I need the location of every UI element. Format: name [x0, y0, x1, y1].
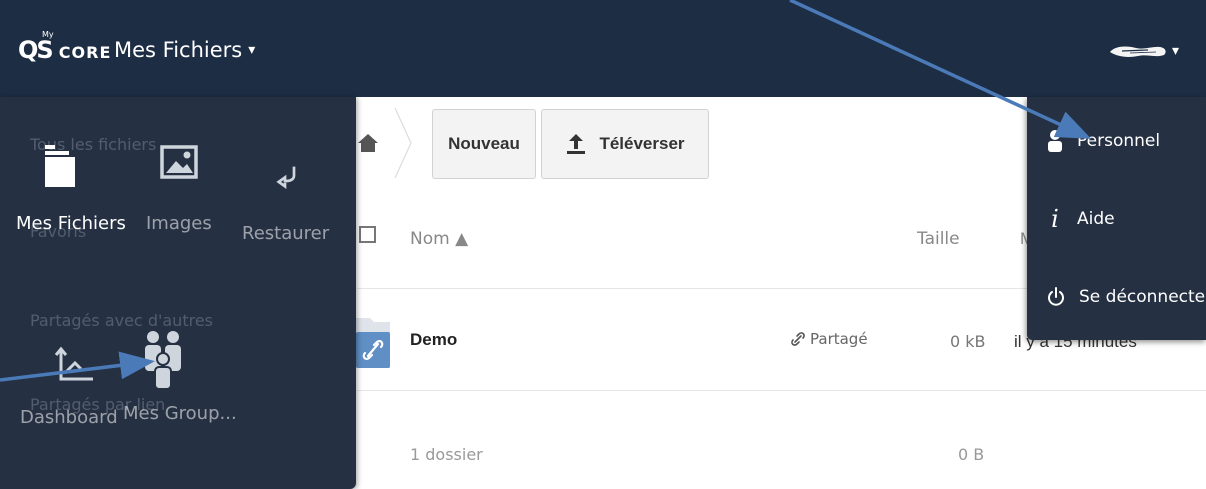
user-icon — [1048, 130, 1062, 152]
app-item-dashboard[interactable]: Dashboard — [20, 345, 118, 428]
app-logo[interactable]: QS My CORE — [18, 30, 112, 64]
breadcrumb-separator — [394, 108, 412, 178]
app-item-restaurer[interactable]: Restaurer — [242, 163, 329, 244]
app-item-label: Mes Group... — [123, 403, 237, 424]
upload-button-label: Téléverser — [599, 134, 685, 153]
user-menu-label: Personnel — [1077, 131, 1161, 151]
share-label: Partagé — [810, 330, 868, 348]
ghost-nav-shared-with-others: Partagés avec d'autres — [30, 311, 213, 330]
app-menu-dropdown: Tous les fichiers Favoris Partagés avec … — [0, 97, 356, 489]
image-icon — [160, 145, 198, 179]
user-menu-item-aide[interactable]: i Aide — [1047, 205, 1115, 233]
logo-core: CORE — [58, 43, 112, 62]
app-menu-button[interactable]: Mes Fichiers ▾ — [114, 38, 255, 62]
restore-icon — [275, 166, 295, 189]
summary-total-size: 0 B — [958, 445, 985, 464]
home-icon[interactable] — [357, 133, 379, 153]
app-item-mes-groupes[interactable]: Mes Group... — [123, 329, 237, 424]
app-item-label: Mes Fichiers — [16, 213, 126, 234]
app-item-label: Images — [146, 213, 212, 234]
shared-folder-icon[interactable] — [356, 312, 390, 370]
upload-button[interactable]: Téléverser — [541, 109, 709, 179]
file-name[interactable]: Demo — [410, 330, 457, 350]
app-item-label: Dashboard — [20, 407, 118, 428]
new-button[interactable]: Nouveau — [432, 109, 536, 179]
column-header-name[interactable]: Nom ▲ — [410, 229, 468, 249]
user-menu-item-personnel[interactable]: Personnel — [1047, 130, 1160, 152]
user-menu-item-logout[interactable]: Se déconnecter — [1047, 287, 1206, 307]
user-menu-label: Aide — [1077, 209, 1115, 229]
select-all-checkbox[interactable] — [359, 226, 376, 243]
summary-folder-count: 1 dossier — [410, 445, 483, 464]
app-item-mes-fichiers[interactable]: Mes Fichiers — [16, 143, 126, 234]
avatar — [1110, 46, 1166, 57]
user-menu-label: Se déconnecter — [1079, 287, 1206, 307]
chevron-down-icon: ▾ — [1172, 42, 1180, 58]
chevron-down-icon: ▾ — [248, 42, 256, 58]
row-divider — [357, 390, 1206, 391]
link-icon — [791, 332, 805, 346]
share-action[interactable]: Partagé — [790, 330, 868, 348]
app-title: Mes Fichiers — [114, 38, 243, 62]
new-button-label: Nouveau — [448, 134, 520, 153]
app-item-images[interactable]: Images — [146, 143, 212, 234]
app-item-label: Restaurer — [242, 223, 330, 244]
power-icon — [1048, 287, 1064, 306]
user-menu-button[interactable]: ▾ — [1108, 42, 1179, 59]
user-menu-dropdown: Personnel i Aide Se déconnecter — [1027, 97, 1206, 340]
logo-qs: QS — [18, 36, 54, 64]
logo-my: My — [42, 30, 54, 39]
file-size: 0 kB — [950, 332, 986, 351]
folder-icon — [44, 145, 75, 187]
upload-icon — [567, 134, 586, 154]
group-icon — [144, 331, 181, 389]
column-header-size[interactable]: Taille — [917, 229, 960, 249]
top-header: QS My CORE Mes Fichiers ▾ ▾ — [0, 0, 1206, 97]
dashboard-icon — [54, 346, 93, 381]
info-icon: i — [1051, 205, 1059, 233]
